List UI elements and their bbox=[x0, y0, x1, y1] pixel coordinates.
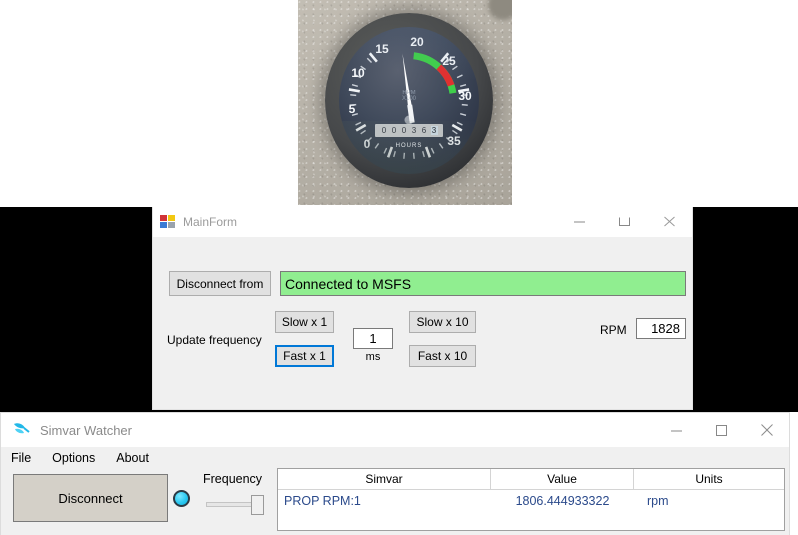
close-icon[interactable] bbox=[744, 415, 789, 445]
gauge-bezel: 0 5 10 15 20 25 30 35 RPM X100 0 bbox=[325, 13, 493, 188]
watcher-window-buttons bbox=[654, 415, 789, 445]
cell-units: rpm bbox=[634, 490, 784, 512]
hour-meter: 000363 bbox=[375, 124, 443, 137]
watcher-menu-bar: File Options About bbox=[1, 447, 789, 468]
frequency-slider-thumb[interactable] bbox=[251, 495, 264, 515]
maximize-icon[interactable] bbox=[699, 415, 744, 445]
svg-text:30: 30 bbox=[458, 89, 472, 103]
hour-meter-label: HOURS bbox=[396, 143, 423, 149]
hour-meter-digit: 6 bbox=[421, 126, 428, 135]
mainform-window-buttons bbox=[557, 207, 692, 237]
slow-x1-button[interactable]: Slow x 1 bbox=[275, 311, 334, 333]
connection-led bbox=[173, 490, 190, 507]
disconnect-button[interactable]: Disconnect bbox=[13, 474, 168, 522]
menu-item-file[interactable]: File bbox=[11, 451, 31, 465]
menu-item-options[interactable]: Options bbox=[52, 451, 95, 465]
frequency-label: Frequency bbox=[203, 472, 262, 486]
hour-meter-digit: 3 bbox=[411, 126, 418, 135]
watcher-title-bar[interactable]: Simvar Watcher bbox=[1, 413, 789, 447]
screen: 0 5 10 15 20 25 30 35 RPM X100 0 bbox=[0, 0, 798, 535]
maximize-icon[interactable] bbox=[602, 207, 647, 237]
close-icon[interactable] bbox=[647, 207, 692, 237]
gauge-unit-caption-line2: X100 bbox=[402, 96, 416, 102]
minimize-icon[interactable] bbox=[557, 207, 602, 237]
column-header-simvar[interactable]: Simvar bbox=[278, 469, 491, 489]
disconnect-from-button[interactable]: Disconnect from bbox=[169, 271, 271, 296]
interval-ms-label: ms bbox=[353, 351, 393, 363]
watcher-body: Disconnect Frequency Simvar Value Units … bbox=[1, 468, 789, 534]
gauge-unit-caption: RPM X100 bbox=[402, 90, 416, 102]
mainform-window: MainForm Disconnect from Connected to MS… bbox=[152, 207, 693, 410]
tachometer-photo: 0 5 10 15 20 25 30 35 RPM X100 0 bbox=[298, 0, 512, 205]
mainform-body: Disconnect from Connected to MSFS Update… bbox=[153, 237, 692, 409]
fast-x1-button[interactable]: Fast x 1 bbox=[275, 345, 334, 367]
minimize-icon[interactable] bbox=[654, 415, 699, 445]
simvar-table: Simvar Value Units PROP RPM:1 1806.44493… bbox=[277, 468, 785, 531]
hour-meter-digit: 3 bbox=[431, 126, 438, 135]
column-header-value[interactable]: Value bbox=[491, 469, 634, 489]
hour-meter-digit: 0 bbox=[401, 126, 408, 135]
mainform-title: MainForm bbox=[183, 215, 557, 229]
table-row[interactable]: PROP RPM:1 1806.444933322 rpm bbox=[278, 490, 784, 512]
simvar-table-header: Simvar Value Units bbox=[278, 469, 784, 490]
hour-meter-digit: 0 bbox=[381, 126, 388, 135]
watcher-title: Simvar Watcher bbox=[40, 423, 654, 438]
hour-meter-digit: 0 bbox=[391, 126, 398, 135]
cell-simvar: PROP RPM:1 bbox=[278, 490, 491, 512]
interval-ms-input[interactable]: 1 bbox=[353, 328, 393, 349]
gauge-dial: 0 5 10 15 20 25 30 35 RPM X100 0 bbox=[339, 27, 479, 174]
menu-item-about[interactable]: About bbox=[116, 451, 149, 465]
connection-status-box: Connected to MSFS bbox=[280, 271, 686, 296]
column-header-units[interactable]: Units bbox=[634, 469, 784, 489]
cell-value: 1806.444933322 bbox=[491, 490, 634, 512]
rpm-value-field[interactable]: 1828 bbox=[636, 318, 686, 339]
rpm-label: RPM bbox=[600, 323, 627, 337]
plug-icon bbox=[11, 421, 31, 439]
fast-x10-button[interactable]: Fast x 10 bbox=[409, 345, 476, 367]
simvar-watcher-window: Simvar Watcher File Options About Discon… bbox=[0, 412, 790, 535]
winforms-icon bbox=[160, 214, 176, 230]
update-frequency-label: Update frequency bbox=[167, 333, 267, 347]
mainform-title-bar[interactable]: MainForm bbox=[153, 207, 692, 237]
slow-x10-button[interactable]: Slow x 10 bbox=[409, 311, 476, 333]
frequency-slider[interactable] bbox=[206, 494, 266, 514]
